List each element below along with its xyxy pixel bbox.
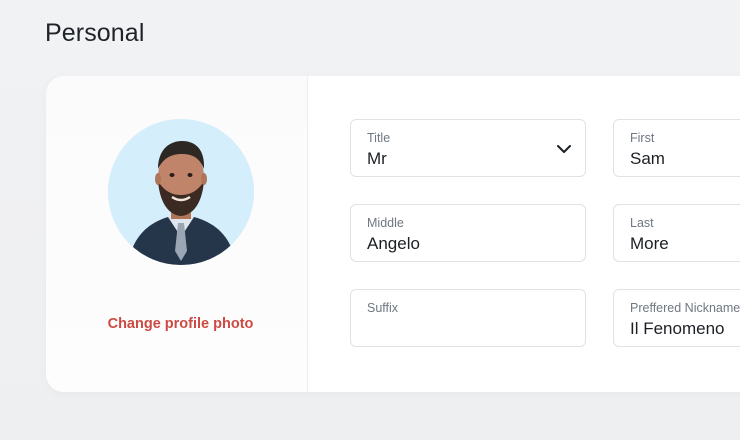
middle-name-value: Angelo xyxy=(367,234,420,253)
nickname-label: Preffered Nickname xyxy=(630,301,740,315)
first-name-label: First xyxy=(630,131,655,145)
middle-name-field[interactable]: Middle Angelo xyxy=(350,204,586,262)
chevron-down-icon xyxy=(557,145,571,153)
last-name-value: More xyxy=(630,234,669,253)
avatar-photo xyxy=(108,119,254,265)
avatar[interactable] xyxy=(108,119,254,265)
title-value: Mr xyxy=(367,149,387,168)
first-name-value: Sam xyxy=(630,149,665,168)
change-profile-photo-link[interactable]: Change profile photo xyxy=(46,316,315,332)
first-name-field[interactable]: First Sam xyxy=(613,119,740,177)
nickname-field[interactable]: Preffered Nickname Il Fenomeno xyxy=(613,289,740,347)
profile-panel: Change profile photo xyxy=(46,76,308,392)
last-name-label: Last xyxy=(630,216,654,230)
title-label: Title xyxy=(367,131,391,145)
middle-name-label: Middle xyxy=(367,216,404,230)
suffix-label: Suffix xyxy=(367,301,399,315)
last-name-field[interactable]: Last More xyxy=(613,204,740,262)
page-title: Personal xyxy=(45,19,145,47)
page: Personal Change profile photo Title Mr F… xyxy=(0,0,740,440)
nickname-value: Il Fenomeno xyxy=(630,319,725,338)
title-select[interactable]: Title Mr xyxy=(350,119,586,177)
personal-card: Change profile photo Title Mr First Sam … xyxy=(46,76,740,392)
suffix-field[interactable]: Suffix xyxy=(350,289,586,347)
